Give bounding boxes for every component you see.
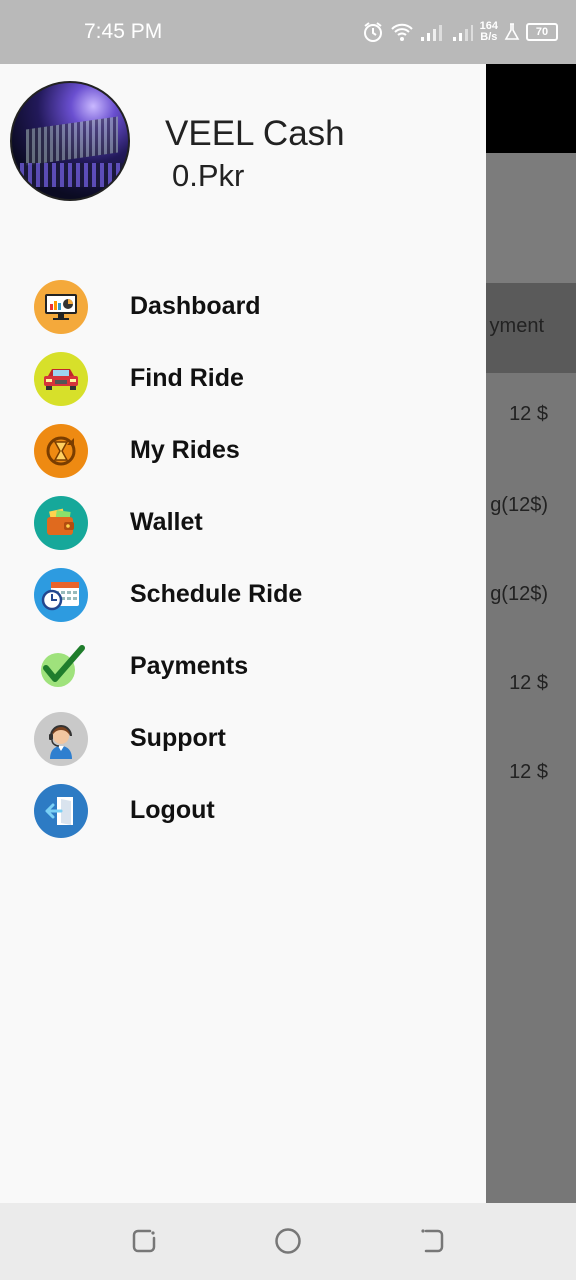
alarm-icon [363, 22, 382, 42]
signal-icon [420, 25, 442, 41]
home-icon[interactable] [274, 1227, 302, 1255]
car-icon [34, 352, 88, 406]
net-speed: 164 B/s [480, 21, 498, 43]
dashboard-icon [34, 280, 88, 334]
calendar-icon [34, 568, 88, 622]
recent-apps-icon[interactable] [130, 1227, 158, 1255]
menu-label: Logout [130, 796, 215, 824]
signal-icon-2 [452, 25, 473, 41]
menu-label: Wallet [130, 508, 203, 536]
background-cell: g(12$) [490, 494, 548, 516]
avatar[interactable] [10, 81, 130, 201]
background-list: 12 $ g(12$) g(12$) 12 $ 12 $ [486, 373, 576, 1203]
checkmark-icon [34, 640, 88, 694]
user-balance: 0.Pkr [172, 158, 245, 193]
menu-label: Dashboard [130, 292, 261, 320]
menu-item-support[interactable]: Support [0, 712, 486, 776]
menu-item-my-rides[interactable]: My Rides [0, 424, 486, 488]
navigation-drawer: VEEL Cash 0.Pkr Dashboard Find Ride My R… [0, 64, 486, 1203]
logout-door-icon [34, 784, 88, 838]
background-cell: 12 $ [509, 672, 548, 694]
background-table-header: yment [486, 283, 576, 373]
status-time: 7:45 PM [84, 20, 163, 43]
background-cell: 12 $ [509, 761, 548, 783]
menu-item-dashboard[interactable]: Dashboard [0, 280, 486, 344]
menu-item-payments[interactable]: Payments [0, 640, 486, 704]
background-app-bar [486, 64, 576, 153]
menu-item-wallet[interactable]: Wallet [0, 496, 486, 560]
user-name: VEEL Cash [165, 114, 345, 153]
status-bar: 7:45 PM 164 B/s 70 [0, 0, 576, 64]
background-cell: 12 $ [509, 403, 548, 425]
hourglass-icon [34, 424, 88, 478]
status-icons: 164 B/s 70 [362, 16, 558, 48]
menu-item-find-ride[interactable]: Find Ride [0, 352, 486, 416]
background-cell: g(12$) [490, 583, 548, 605]
battery-icon: 70 [526, 23, 558, 41]
wallet-icon [34, 496, 88, 550]
background-header-text: yment [489, 315, 544, 337]
wifi-icon [390, 23, 413, 41]
flask-icon [504, 23, 520, 40]
support-agent-icon [34, 712, 88, 766]
menu-item-schedule-ride[interactable]: Schedule Ride [0, 568, 486, 632]
menu-label: Schedule Ride [130, 580, 303, 608]
menu-label: Find Ride [130, 364, 244, 392]
system-navigation-bar [0, 1203, 576, 1280]
menu-label: Payments [130, 652, 249, 680]
net-speed-unit: B/s [480, 31, 498, 43]
background-area [486, 153, 576, 283]
back-icon[interactable] [418, 1227, 446, 1255]
menu-item-logout[interactable]: Logout [0, 784, 486, 848]
menu-label: Support [130, 724, 226, 752]
menu-label: My Rides [130, 436, 240, 464]
